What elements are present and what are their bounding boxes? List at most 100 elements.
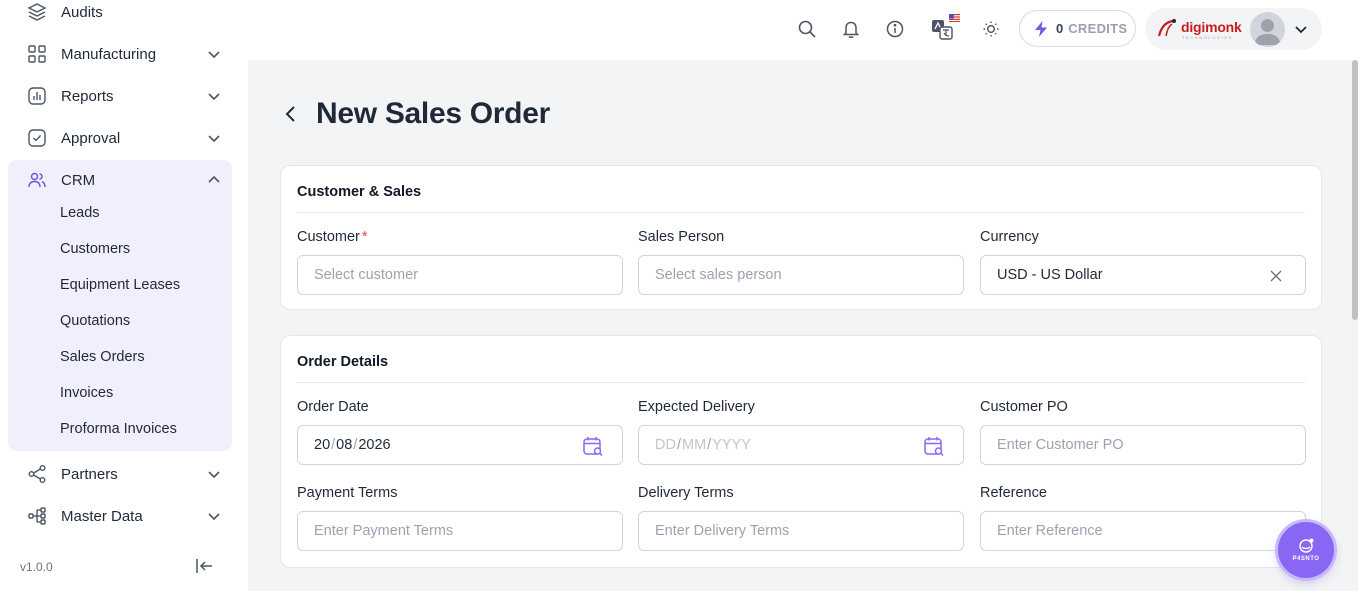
- customer-label: Customer *: [297, 229, 368, 245]
- delivery-terms-label: Delivery Terms: [638, 485, 734, 501]
- payment-terms-input[interactable]: Enter Payment Terms: [297, 511, 623, 551]
- brand-mark-icon: [1157, 19, 1176, 37]
- payment-terms-label: Payment Terms: [297, 485, 398, 501]
- layers-icon: [26, 1, 48, 23]
- section-title: Customer & Sales: [297, 184, 422, 200]
- scrollbar[interactable]: [1352, 60, 1358, 320]
- required-mark: *: [361, 229, 368, 245]
- sidebar-subitem-invoices[interactable]: Invoices: [60, 385, 113, 401]
- sidebar-item-label: Audits: [61, 3, 103, 21]
- bar-chart-icon: [26, 85, 48, 107]
- info-icon[interactable]: [884, 18, 906, 40]
- sidebar-subitem-proforma-invoices[interactable]: Proforma Invoices: [60, 421, 177, 437]
- sidebar-item-audits[interactable]: Audits: [8, 0, 232, 31]
- order-date-label: Order Date: [297, 399, 369, 415]
- sidebar-item-master-data[interactable]: Master Data: [8, 497, 232, 535]
- divider: [297, 382, 1305, 383]
- translate-icon[interactable]: [930, 14, 960, 42]
- divider: [297, 212, 1305, 213]
- chevron-down-icon: [208, 51, 220, 59]
- sun-icon[interactable]: [980, 18, 1002, 40]
- company-logo: digimonk TECHNOLOGIES: [1157, 18, 1242, 40]
- app-version: v1.0.0: [20, 560, 53, 574]
- calendar-icon[interactable]: [923, 435, 945, 457]
- sidebar-item-manufacturing[interactable]: Manufacturing: [8, 35, 232, 73]
- expected-delivery-year-placeholder: YYYY: [712, 437, 751, 453]
- clear-icon[interactable]: [1265, 265, 1287, 287]
- sidebar-item-label: Master Data: [61, 507, 143, 525]
- customer-po-label: Customer PO: [980, 399, 1068, 415]
- sidebar-item-label: Approval: [61, 129, 121, 147]
- date-separator: /: [707, 437, 712, 453]
- sidebar-item-reports[interactable]: Reports: [8, 77, 232, 115]
- sidebar-item-label: Partners: [61, 465, 118, 483]
- order-date-input[interactable]: 20/08/2026: [297, 425, 623, 465]
- reference-label: Reference: [980, 485, 1047, 501]
- currency-label: Currency: [980, 229, 1039, 245]
- lightning-icon: [1035, 20, 1047, 37]
- customer-po-input[interactable]: Enter Customer PO: [980, 425, 1306, 465]
- avatar[interactable]: [1250, 12, 1285, 47]
- currency-select[interactable]: USD - US Dollar: [980, 255, 1306, 295]
- page-title: New Sales Order: [316, 97, 550, 130]
- sales-person-label: Sales Person: [638, 229, 725, 245]
- date-separator: /: [331, 437, 336, 453]
- sidebar-subitem-customers[interactable]: Customers: [60, 241, 130, 257]
- sales-person-select[interactable]: Select sales person: [638, 255, 964, 295]
- delivery-terms-input[interactable]: Enter Delivery Terms: [638, 511, 964, 551]
- chevron-down-icon[interactable]: [1293, 21, 1309, 37]
- expected-delivery-input[interactable]: DD / MM / YYYY: [638, 425, 964, 465]
- page-header: New Sales Order: [280, 94, 550, 134]
- credits-count: 0: [1056, 21, 1064, 36]
- sidebar-item-crm[interactable]: CRM: [8, 161, 232, 199]
- payment-terms-placeholder: Enter Payment Terms: [314, 523, 454, 539]
- share-icon: [26, 463, 48, 485]
- users-icon: [26, 169, 48, 191]
- customer-select[interactable]: Select customer: [297, 255, 623, 295]
- order-date-year: 2026: [358, 437, 391, 453]
- assistant-label: P4SNTO: [1292, 556, 1320, 562]
- profile-menu[interactable]: digimonk TECHNOLOGIES: [1145, 8, 1322, 50]
- check-square-icon: [26, 127, 48, 149]
- order-date-day: 20: [314, 437, 331, 453]
- brand-subtitle: TECHNOLOGIES: [1182, 35, 1233, 40]
- back-icon[interactable]: [280, 103, 302, 125]
- sidebar-subitem-sales-orders[interactable]: Sales Orders: [60, 349, 145, 365]
- reference-input[interactable]: Enter Reference: [980, 511, 1306, 551]
- order-details-card: Order Details Order Date 20/08/2026 Expe…: [280, 335, 1322, 568]
- top-bar: 0 CREDITS digimonk TECHNOLOGIES: [248, 0, 1358, 60]
- sidebar-item-approval[interactable]: Approval: [8, 119, 232, 157]
- hierarchy-icon: [26, 505, 48, 527]
- customer-label-text: Customer: [297, 229, 360, 245]
- sidebar: Audits Manufacturing Reports Approval CR…: [0, 0, 248, 591]
- order-date-month: 08: [336, 437, 353, 453]
- calendar-icon[interactable]: [582, 435, 604, 457]
- sidebar-subitem-quotations[interactable]: Quotations: [60, 313, 130, 329]
- date-separator: /: [353, 437, 358, 453]
- customer-placeholder: Select customer: [314, 267, 418, 283]
- customer-po-placeholder: Enter Customer PO: [997, 437, 1124, 453]
- search-icon[interactable]: [796, 18, 818, 40]
- grid-icon: [26, 43, 48, 65]
- sidebar-item-label: Reports: [61, 87, 114, 105]
- chevron-down-icon: [208, 513, 220, 521]
- expected-delivery-label: Expected Delivery: [638, 399, 755, 415]
- assistant-button[interactable]: P4SNTO: [1278, 522, 1334, 578]
- collapse-sidebar-icon[interactable]: [194, 557, 214, 575]
- sidebar-item-label: CRM: [61, 171, 96, 189]
- chevron-down-icon: [208, 471, 220, 479]
- assistant-icon: [1299, 538, 1314, 553]
- expected-delivery-day-placeholder: DD: [655, 437, 676, 453]
- credits-button[interactable]: 0 CREDITS: [1019, 10, 1136, 47]
- sidebar-subitem-leads[interactable]: Leads: [60, 205, 100, 221]
- chevron-down-icon: [208, 135, 220, 143]
- bell-icon[interactable]: [840, 18, 862, 40]
- sidebar-subitem-equipment-leases[interactable]: Equipment Leases: [60, 277, 180, 293]
- sidebar-item-label: Manufacturing: [61, 45, 157, 63]
- credits-label: CREDITS: [1068, 21, 1128, 36]
- sidebar-item-partners[interactable]: Partners: [8, 455, 232, 493]
- section-title: Order Details: [297, 354, 389, 370]
- chevron-down-icon: [208, 93, 220, 101]
- chevron-up-icon: [208, 175, 220, 183]
- date-separator: /: [676, 437, 681, 453]
